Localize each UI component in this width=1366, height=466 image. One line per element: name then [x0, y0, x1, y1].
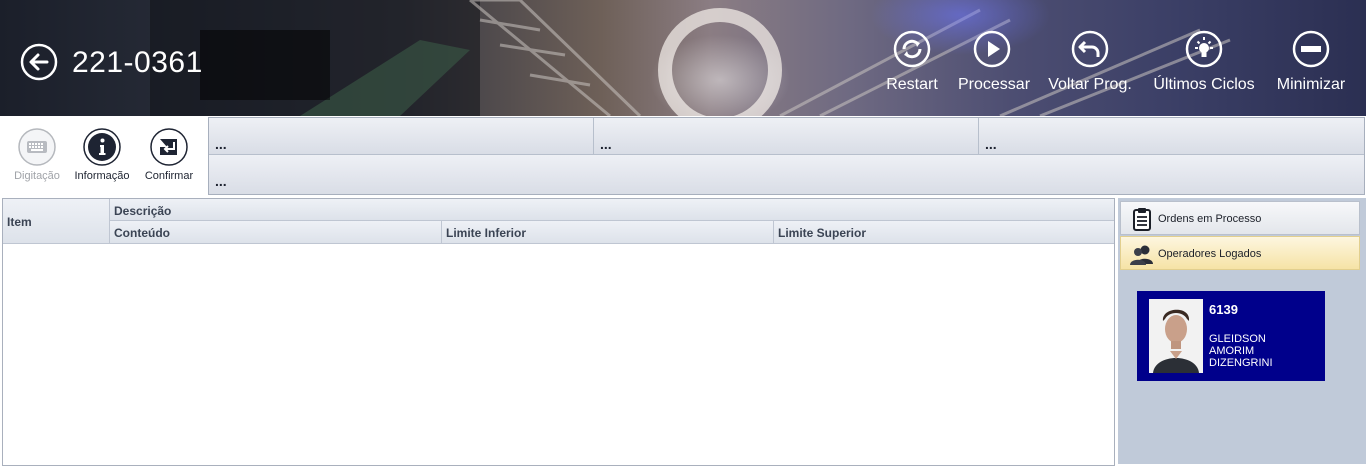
- operator-name-line: AMORIM: [1209, 345, 1255, 357]
- info-icon: [83, 128, 121, 166]
- minus-icon: [1292, 30, 1330, 68]
- digitacao-label: Digitação: [14, 170, 60, 182]
- tab-ordens-em-processo[interactable]: Ordens em Processo: [1120, 201, 1360, 235]
- undo-arrow-icon: [1071, 30, 1109, 68]
- info-field: ...: [209, 155, 1364, 194]
- header-limite-inferior[interactable]: Limite Inferior: [442, 221, 774, 244]
- voltar-prog-label: Voltar Prog.: [1048, 76, 1132, 93]
- restart-label: Restart: [886, 76, 938, 93]
- header-item[interactable]: Item: [3, 199, 110, 244]
- voltar-prog-button[interactable]: Voltar Prog.: [1048, 30, 1132, 95]
- confirmar-label: Confirmar: [144, 170, 194, 182]
- clipboard-icon: [1133, 208, 1151, 231]
- ultimos-ciclos-label: Últimos Ciclos: [1153, 76, 1255, 93]
- operator-name: GLEIDSON AMORIM DIZENGRINI: [1209, 333, 1319, 369]
- informacao-button[interactable]: Informação: [66, 128, 138, 182]
- tab-operadores-logados[interactable]: Operadores Logados: [1120, 236, 1360, 270]
- minimizar-button[interactable]: Minimizar: [1275, 30, 1347, 95]
- processar-label: Processar: [958, 76, 1031, 93]
- side-panel: Ordens em Processo Operadores Logados 61…: [1118, 198, 1366, 464]
- digitacao-button[interactable]: Digitação: [1, 128, 73, 182]
- tab-operadores-label: Operadores Logados: [1158, 248, 1262, 260]
- lightbulb-icon: [1185, 30, 1223, 68]
- info-field: ...: [209, 118, 594, 155]
- keyboard-icon: [18, 128, 56, 166]
- info-field: ...: [594, 118, 979, 155]
- minimizar-label: Minimizar: [1276, 76, 1346, 93]
- toolbar: Digitação Informação Confirmar ... ... .…: [0, 116, 1366, 196]
- operator-photo: [1149, 299, 1203, 373]
- header-conteudo[interactable]: Conteúdo: [110, 221, 442, 244]
- enter-key-icon: [150, 128, 188, 166]
- operator-card[interactable]: 6139 GLEIDSON AMORIM DIZENGRINI: [1137, 291, 1325, 381]
- confirmar-button[interactable]: Confirmar: [133, 128, 205, 182]
- operator-name-line: DIZENGRINI: [1209, 357, 1273, 369]
- operator-name-line: GLEIDSON: [1209, 333, 1266, 345]
- informacao-label: Informação: [74, 170, 130, 182]
- page-title: 221-0361: [72, 46, 203, 79]
- header-limite-superior[interactable]: Limite Superior: [774, 221, 1114, 244]
- ultimos-ciclos-button[interactable]: Últimos Ciclos: [1153, 30, 1255, 95]
- operator-id: 6139: [1209, 302, 1238, 317]
- play-icon: [973, 30, 1011, 68]
- users-icon: [1130, 245, 1153, 265]
- tab-ordens-label: Ordens em Processo: [1158, 213, 1262, 225]
- items-table[interactable]: Item Descrição Conteúdo Limite Inferior …: [2, 198, 1115, 466]
- back-arrow-icon: [20, 43, 58, 81]
- restart-button[interactable]: Restart: [886, 30, 938, 95]
- restart-icon: [893, 30, 931, 68]
- header-banner: 221-0361 Restart Processar Voltar Prog. …: [0, 0, 1366, 116]
- header-descricao[interactable]: Descrição: [110, 199, 1114, 221]
- info-fields-grid: ... ... ... ...: [208, 117, 1365, 195]
- processar-button[interactable]: Processar: [958, 30, 1031, 95]
- info-field: ...: [979, 118, 1364, 155]
- back-button[interactable]: [20, 43, 58, 81]
